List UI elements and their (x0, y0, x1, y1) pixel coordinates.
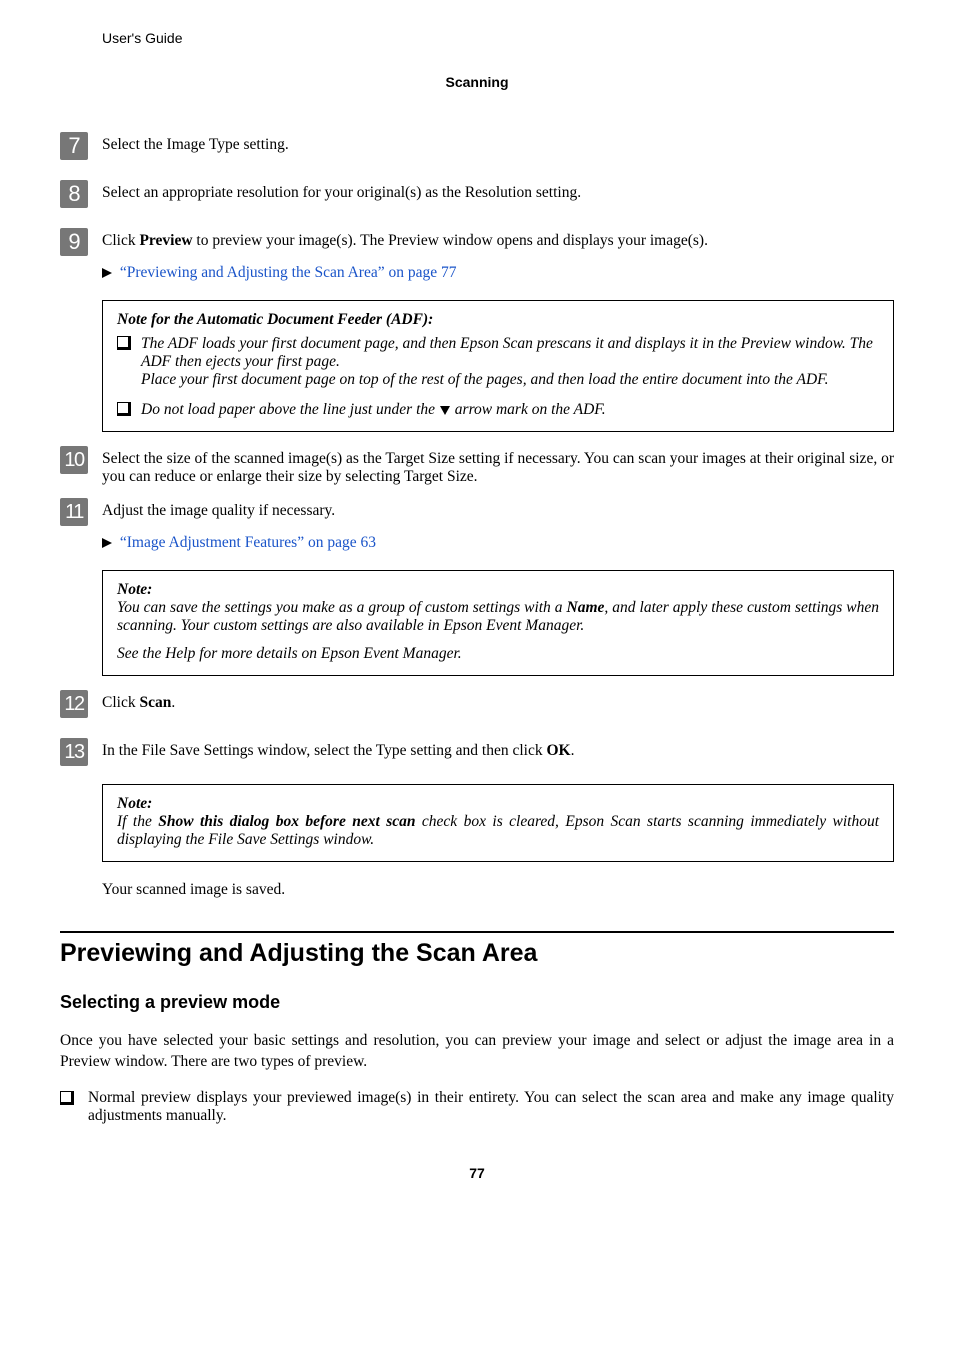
chapter-title: Scanning (60, 74, 894, 90)
section-heading: Previewing and Adjusting the Scan Area (60, 939, 894, 968)
step-number-12: 12 (60, 690, 88, 718)
note-adf-item2-before: Do not load paper above the line just un… (141, 401, 439, 418)
section-divider (60, 931, 894, 934)
step-13-bold: OK (546, 742, 570, 759)
step-8: 8 Select an appropriate resolution for y… (60, 184, 894, 208)
note-show-before: If the (117, 813, 158, 830)
step-11: 11 Adjust the image quality if necessary… (60, 502, 894, 552)
link-previewing[interactable]: “Previewing and Adjusting the Scan Area”… (120, 264, 457, 281)
arrow-icon (102, 538, 112, 548)
closing-text: Your scanned image is saved. (102, 880, 894, 901)
step-10-text: Select the size of the scanned image(s) … (102, 450, 894, 486)
note-adf-item1b: Place your first document page on top of… (141, 371, 879, 389)
bullet-1-text: Normal preview displays your previewed i… (88, 1089, 894, 1125)
step-9-bold: Preview (139, 232, 192, 249)
step-13-before: In the File Save Settings window, select… (102, 742, 546, 759)
note-show-title: Note: (117, 795, 879, 813)
step-13-text: In the File Save Settings window, select… (102, 742, 894, 760)
step-number-7: 7 (60, 132, 88, 160)
step-number-10: 10 (60, 446, 88, 474)
step-7-text: Select the Image Type setting. (102, 136, 894, 154)
step-11-text: Adjust the image quality if necessary. (102, 502, 894, 520)
section-intro: Once you have selected your basic settin… (60, 1031, 894, 1073)
step-13-after: . (571, 742, 575, 759)
step-number-9: 9 (60, 228, 88, 256)
step-9-text: Click Preview to preview your image(s). … (102, 232, 894, 250)
page-number: 77 (60, 1165, 894, 1181)
step-12-bold: Scan (139, 694, 171, 711)
bullet-icon (117, 401, 141, 419)
step-9-text-before: Click (102, 232, 139, 249)
bullet-icon (60, 1089, 88, 1125)
note-name: Note: You can save the settings you make… (102, 570, 894, 676)
note-adf: Note for the Automatic Document Feeder (… (102, 300, 894, 432)
step-12: 12 Click Scan. (60, 694, 894, 718)
step-13: 13 In the File Save Settings window, sel… (60, 742, 894, 766)
step-11-link-line: “Image Adjustment Features” on page 63 (102, 534, 894, 552)
note-name-line2: See the Help for more details on Epson E… (117, 645, 879, 663)
arrow-icon (102, 268, 112, 278)
step-12-text: Click Scan. (102, 694, 894, 712)
note-adf-item2-after: arrow mark on the ADF. (451, 401, 606, 418)
step-number-11: 11 (60, 498, 88, 526)
note-name-bold: Name (567, 599, 605, 616)
step-9: 9 Click Preview to preview your image(s)… (60, 232, 894, 282)
step-number-13: 13 (60, 738, 88, 766)
note-adf-item1a: The ADF loads your first document page, … (141, 335, 879, 371)
step-12-before: Click (102, 694, 139, 711)
note-show: Note: If the Show this dialog box before… (102, 784, 894, 862)
link-image-adjust[interactable]: “Image Adjustment Features” on page 63 (120, 534, 376, 551)
step-10: 10 Select the size of the scanned image(… (60, 450, 894, 486)
note-name-title: Note: (117, 581, 879, 599)
sub-heading: Selecting a preview mode (60, 992, 894, 1013)
step-number-8: 8 (60, 180, 88, 208)
note-name-line1-before: You can save the settings you make as a … (117, 599, 567, 616)
down-arrow-icon (440, 406, 450, 415)
running-head: User's Guide (102, 30, 894, 46)
note-show-bold: Show this dialog box before next scan (158, 813, 415, 830)
bullet-icon (117, 335, 141, 389)
note-adf-title: Note for the Automatic Document Feeder (… (117, 311, 879, 329)
bullet-item-1: Normal preview displays your previewed i… (60, 1089, 894, 1125)
step-9-link-line: “Previewing and Adjusting the Scan Area”… (102, 264, 894, 282)
step-12-after: . (171, 694, 175, 711)
step-7: 7 Select the Image Type setting. (60, 136, 894, 160)
step-8-text: Select an appropriate resolution for you… (102, 184, 894, 202)
step-9-text-after: to preview your image(s). The Preview wi… (193, 232, 708, 249)
